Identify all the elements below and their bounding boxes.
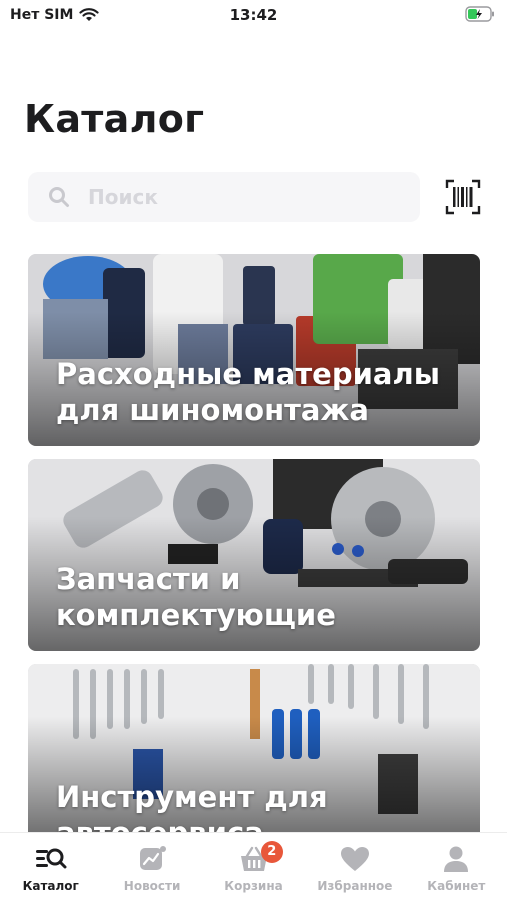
battery-charging-icon [465,6,494,22]
tab-account[interactable]: Кабинет [406,833,507,901]
barcode-scan-button[interactable] [444,178,482,216]
page-title: Каталог [24,97,205,141]
status-bar: Нет SIM 13:42 [0,0,507,32]
tab-catalog[interactable]: Каталог [0,833,101,901]
heart-icon [340,847,369,871]
tab-label: Избранное [317,879,393,893]
category-title: Расходные материалы для шиномонтажа [56,357,440,427]
search-input[interactable] [86,184,370,210]
category-card-tools[interactable]: Инструмент для автосервиса [28,664,480,839]
catalog-search-icon [35,848,67,869]
tab-label: Новости [123,879,181,893]
tab-label: Корзина [224,879,283,893]
tab-label: Кабинет [427,879,486,893]
tab-label: Каталог [22,879,79,893]
tab-cart[interactable]: 2 Корзина [203,833,304,901]
status-time: 13:42 [229,6,278,24]
barcode-scan-icon [445,179,481,215]
tab-favorites[interactable]: Избранное [304,833,405,901]
search-icon [49,187,69,207]
person-icon [444,846,469,872]
tab-news[interactable]: Новости [101,833,202,901]
cart-count-badge: 2 [260,841,283,863]
category-card-parts[interactable]: Запчасти и комплектующие [28,459,480,651]
category-title: Запчасти и комплектующие [56,562,336,632]
category-card-consumables[interactable]: Расходные материалы для шиномонтажа [28,254,480,446]
search-box[interactable] [28,172,420,222]
category-title: Инструмент для автосервиса [56,780,328,839]
tab-bar: Каталог Новости 2 Корзина Избранное Каби… [0,832,507,901]
news-chart-icon [140,846,167,870]
